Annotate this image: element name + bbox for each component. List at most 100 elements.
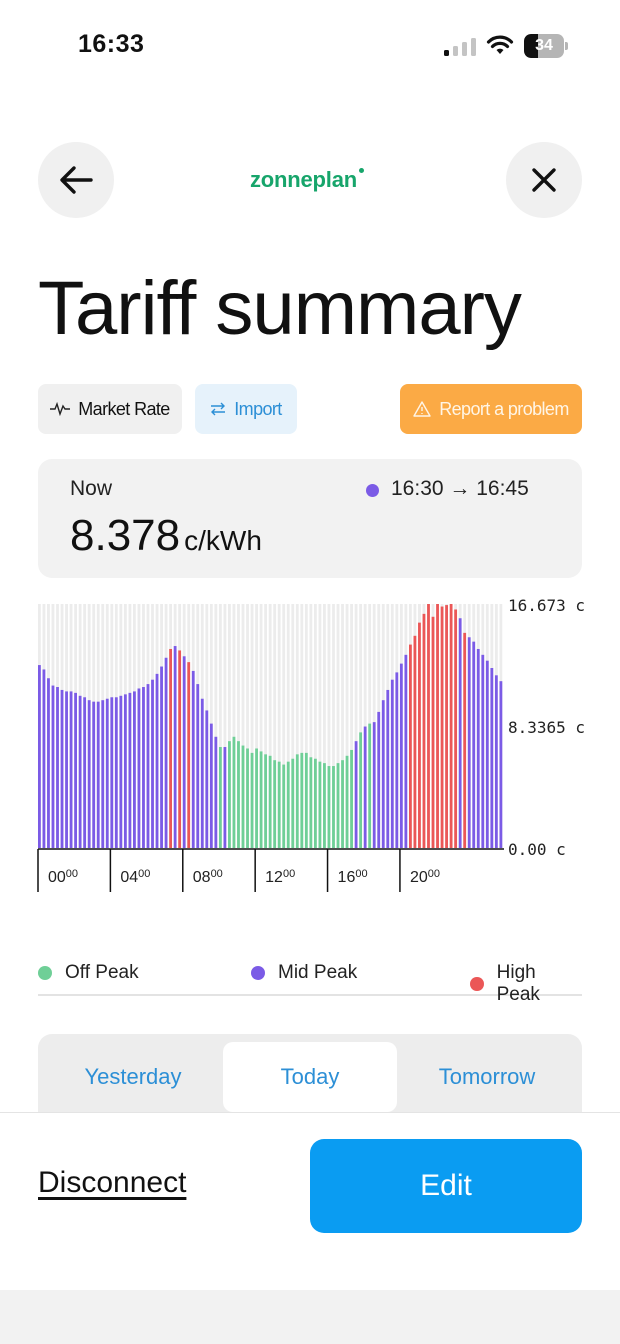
tab-yesterday[interactable]: Yesterday — [46, 1042, 220, 1112]
chart-bar[interactable] — [151, 679, 154, 848]
chart-bar[interactable] — [431, 616, 435, 848]
chart-bar[interactable] — [499, 681, 503, 848]
chart-bar[interactable] — [92, 701, 96, 848]
chart-bar[interactable] — [255, 748, 258, 848]
chart-bar[interactable] — [259, 751, 263, 848]
chart-bar[interactable] — [200, 698, 204, 848]
chart-bar[interactable] — [390, 679, 394, 848]
chart-bar[interactable] — [467, 637, 471, 848]
chart-bar[interactable] — [182, 656, 186, 848]
chart-bar[interactable] — [422, 613, 426, 848]
back-button[interactable] — [38, 142, 114, 218]
chart-bar[interactable] — [218, 747, 222, 848]
market-rate-button[interactable]: Market Rate — [38, 384, 182, 434]
chart-bar[interactable] — [427, 604, 430, 848]
tariff-bar-chart[interactable]: 16.673 c 8.3365 c 0.00 c 0000 0400 0800 1200 16… — [0, 590, 620, 910]
chart-bar[interactable] — [128, 692, 132, 848]
chart-bar[interactable] — [277, 761, 281, 848]
chart-bar[interactable] — [264, 754, 268, 848]
chart-bar[interactable] — [363, 726, 367, 848]
chart-bar[interactable] — [223, 747, 227, 848]
chart-bar[interactable] — [123, 694, 127, 848]
chart-bar[interactable] — [445, 605, 448, 848]
chart-bar[interactable] — [345, 755, 349, 848]
chart-bar[interactable] — [463, 632, 467, 848]
chart-bar[interactable] — [291, 758, 295, 848]
edit-button[interactable]: Edit — [310, 1139, 582, 1233]
chart-bar[interactable] — [323, 763, 326, 848]
chart-bar[interactable] — [313, 758, 317, 848]
chart-bar[interactable] — [318, 761, 322, 848]
chart-bar[interactable] — [413, 635, 417, 848]
chart-bar[interactable] — [454, 609, 458, 848]
chart-bar[interactable] — [214, 736, 218, 848]
chart-bar[interactable] — [485, 660, 489, 848]
chart-bar[interactable] — [110, 697, 114, 848]
chart-bar[interactable] — [74, 692, 77, 848]
chart-bar[interactable] — [250, 752, 254, 848]
chart-bar[interactable] — [96, 701, 100, 848]
chart-bar[interactable] — [65, 691, 68, 848]
chart-bar[interactable] — [173, 646, 177, 848]
chart-bar[interactable] — [449, 604, 453, 848]
chart-bar[interactable] — [408, 644, 412, 848]
chart-bar[interactable] — [282, 764, 286, 848]
chart-bar[interactable] — [83, 697, 87, 848]
chart-bar[interactable] — [237, 741, 240, 848]
chart-bar[interactable] — [169, 648, 173, 848]
chart-bar[interactable] — [209, 723, 213, 848]
chart-bar[interactable] — [490, 668, 494, 848]
tab-today[interactable]: Today — [223, 1042, 397, 1112]
chart-bar[interactable] — [164, 657, 168, 848]
chart-bar[interactable] — [399, 663, 403, 848]
chart-bar[interactable] — [350, 749, 353, 848]
chart-bar[interactable] — [205, 710, 209, 848]
chart-bar[interactable] — [51, 685, 55, 848]
chart-bar[interactable] — [273, 760, 277, 848]
chart-bar[interactable] — [187, 662, 191, 848]
chart-bar[interactable] — [404, 654, 408, 848]
chart-bar[interactable] — [268, 755, 272, 848]
report-problem-button[interactable]: Report a problem — [400, 384, 582, 434]
chart-bar[interactable] — [38, 665, 41, 848]
chart-bar[interactable] — [87, 700, 91, 848]
chart-bar[interactable] — [191, 670, 195, 848]
chart-bar[interactable] — [178, 650, 182, 848]
chart-bar[interactable] — [418, 622, 421, 848]
chart-bar[interactable] — [440, 606, 444, 848]
chart-bar[interactable] — [295, 754, 299, 848]
chart-bar[interactable] — [381, 700, 385, 848]
chart-bar[interactable] — [232, 736, 236, 848]
chart-bar[interactable] — [119, 695, 123, 848]
chart-bar[interactable] — [101, 700, 105, 848]
chart-bar[interactable] — [137, 688, 141, 848]
chart-bar[interactable] — [327, 766, 331, 848]
chart-bar[interactable] — [395, 672, 399, 848]
chart-bar[interactable] — [309, 757, 313, 848]
chart-bar[interactable] — [69, 691, 73, 848]
chart-bar[interactable] — [56, 687, 59, 848]
chart-bar[interactable] — [336, 763, 340, 848]
chart-bar[interactable] — [246, 748, 249, 848]
chart-bar[interactable] — [458, 618, 462, 848]
chart-bar[interactable] — [146, 684, 150, 848]
chart-bar[interactable] — [354, 741, 358, 848]
chart-bar[interactable] — [436, 604, 439, 848]
chart-bar[interactable] — [241, 745, 245, 848]
chart-bar[interactable] — [47, 678, 50, 848]
chart-bar[interactable] — [332, 766, 335, 848]
chart-bar[interactable] — [359, 732, 363, 848]
chart-bar[interactable] — [304, 752, 308, 848]
chart-bar[interactable] — [196, 684, 200, 848]
chart-bar[interactable] — [60, 689, 64, 848]
chart-bar[interactable] — [42, 669, 46, 848]
chart-bar[interactable] — [286, 761, 290, 848]
chart-bar[interactable] — [386, 689, 390, 848]
import-button[interactable]: Import — [195, 384, 297, 434]
chart-bar[interactable] — [155, 673, 159, 848]
disconnect-link[interactable]: Disconnect — [38, 1166, 186, 1200]
chart-bar[interactable] — [228, 741, 231, 848]
chart-bar[interactable] — [105, 698, 109, 848]
tariff-chart[interactable]: 16.673 c 8.3365 c 0.00 c 0000 0400 0800 1200 16… — [0, 590, 620, 910]
chart-bar[interactable] — [78, 695, 82, 848]
